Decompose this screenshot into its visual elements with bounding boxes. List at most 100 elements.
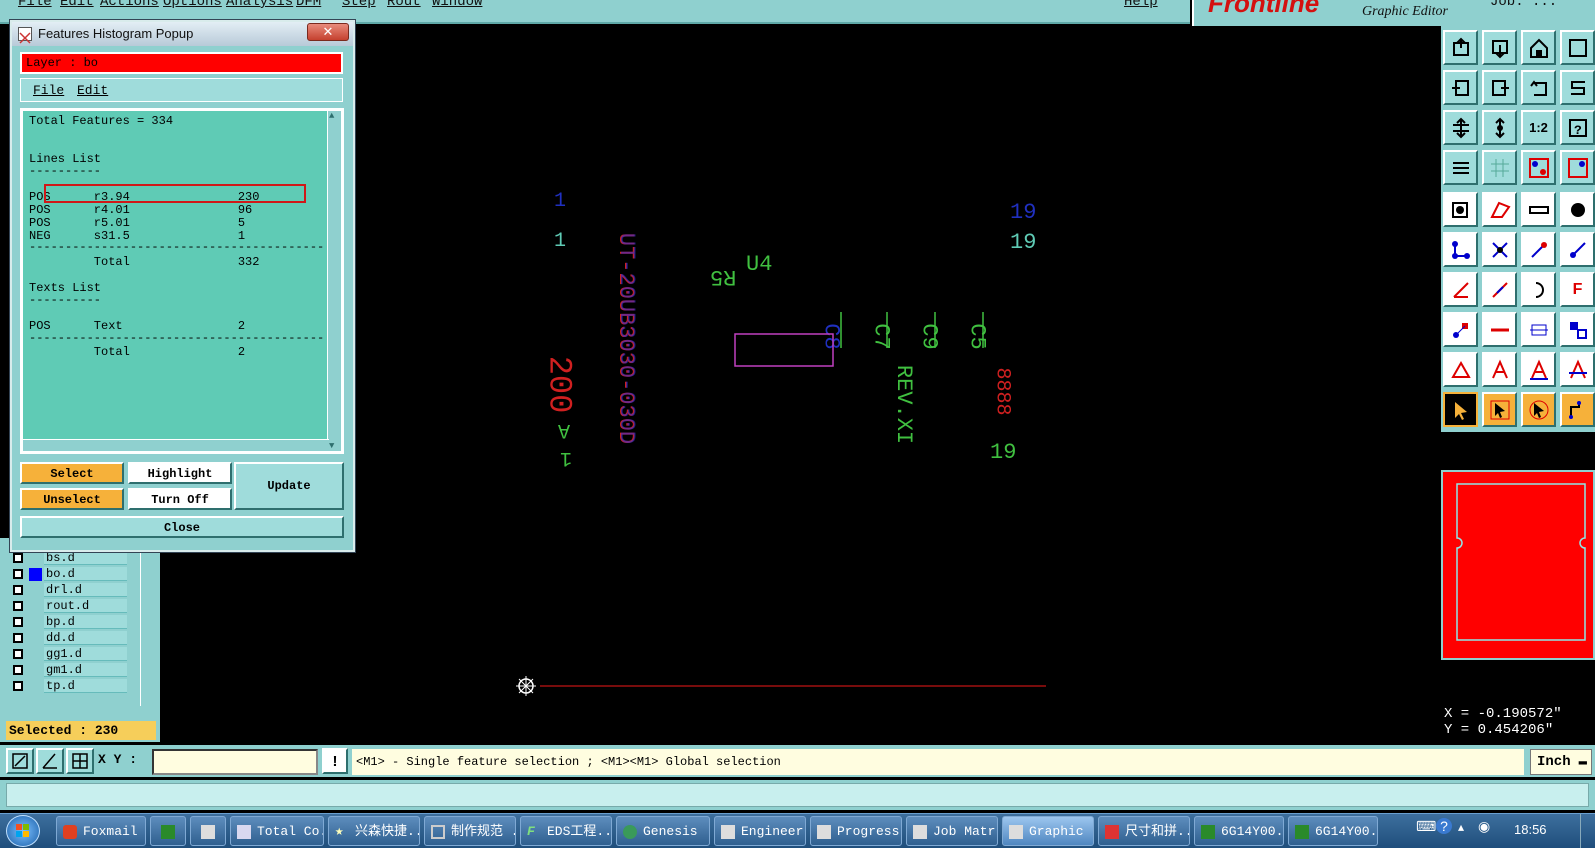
letter-a-icon[interactable] bbox=[1482, 352, 1517, 387]
fit-vertical-icon[interactable] bbox=[1443, 110, 1478, 145]
scroll-down-icon[interactable]: ▼ bbox=[329, 441, 334, 451]
taskbar-foxmail[interactable]: Foxmail bbox=[56, 816, 146, 846]
line-point-icon[interactable] bbox=[1521, 232, 1556, 267]
popup-menu-edit[interactable]: Edit bbox=[77, 83, 108, 98]
menu-actions[interactable]: Actions bbox=[100, 0, 159, 10]
layer-checkbox[interactable] bbox=[13, 569, 23, 579]
taskbar-xingsen[interactable]: ★ 兴森快捷... bbox=[328, 816, 420, 846]
window-icon[interactable] bbox=[1560, 30, 1595, 65]
select-pointer-icon-3[interactable] bbox=[1521, 392, 1556, 427]
taskbar-job-matrix[interactable]: Job Matr... bbox=[906, 816, 998, 846]
update-button[interactable]: Update bbox=[234, 462, 344, 510]
list-vertical-scrollbar[interactable]: ▲ ▼ bbox=[327, 111, 341, 451]
taskbar-progress[interactable]: Progress bbox=[810, 816, 902, 846]
taskbar-app2[interactable] bbox=[150, 816, 186, 846]
taskbar-6g14y00-a[interactable]: 6G14Y00... bbox=[1194, 816, 1284, 846]
angle-snap-icon[interactable] bbox=[36, 748, 64, 774]
layer-row[interactable]: bo.d bbox=[10, 566, 127, 582]
help-tray-icon[interactable]: ? bbox=[1436, 818, 1452, 834]
layer-row[interactable]: drl.d bbox=[10, 582, 127, 598]
menu-dfm[interactable]: DFM bbox=[296, 0, 321, 10]
ruler-icon[interactable] bbox=[1521, 192, 1556, 227]
list-horizontal-scrollbar[interactable] bbox=[23, 439, 329, 451]
undo-zoom-icon[interactable] bbox=[1521, 70, 1556, 105]
layers-settings-icon[interactable] bbox=[1443, 150, 1478, 185]
circle-icon[interactable] bbox=[1560, 192, 1595, 227]
close-button[interactable]: Close bbox=[20, 516, 344, 538]
triangle-icon[interactable] bbox=[1443, 352, 1478, 387]
measure-icon[interactable] bbox=[1521, 312, 1556, 347]
highlight-button[interactable]: Highlight bbox=[128, 462, 232, 484]
taskbar-spec[interactable]: 制作规范 ... bbox=[424, 816, 516, 846]
redraw-icon[interactable] bbox=[1560, 70, 1595, 105]
popup-titlebar[interactable]: Features Histogram Popup bbox=[12, 22, 353, 46]
pad-icon[interactable] bbox=[1443, 192, 1478, 227]
text-f-icon[interactable]: F bbox=[1560, 272, 1595, 307]
histogram-list[interactable]: Total Features = 334 Lines List --------… bbox=[20, 108, 344, 454]
layer-checkbox[interactable] bbox=[13, 601, 23, 611]
surface-icon[interactable] bbox=[1482, 192, 1517, 227]
layer-checkbox[interactable] bbox=[13, 633, 23, 643]
scale-one-to-two-icon[interactable]: 1:2 bbox=[1521, 110, 1556, 145]
line-point-icon-2[interactable] bbox=[1560, 232, 1595, 267]
taskbar-pdf[interactable]: 尺寸和拼... bbox=[1098, 816, 1190, 846]
overview-minimap[interactable] bbox=[1441, 470, 1595, 660]
menu-help[interactable]: Help bbox=[1124, 0, 1158, 10]
grid-snap-icon[interactable] bbox=[66, 748, 94, 774]
taskbar-eds[interactable]: F EDS工程... bbox=[520, 816, 612, 846]
popup-menu-file[interactable]: File bbox=[33, 83, 64, 98]
layer-row[interactable]: gg1.d bbox=[10, 646, 127, 662]
layer-list-scrollbar[interactable] bbox=[140, 538, 154, 706]
layer-checkbox[interactable] bbox=[13, 665, 23, 675]
taskbar-graphic-editor[interactable]: Graphic ... bbox=[1002, 816, 1094, 846]
tray-expand-icon[interactable]: ▴ bbox=[1458, 820, 1464, 834]
units-select[interactable]: Inch ▬ bbox=[1530, 749, 1592, 775]
menu-edit[interactable]: Edit bbox=[60, 0, 94, 10]
layer-row[interactable]: bs.d bbox=[10, 550, 127, 566]
snap-red-icon[interactable] bbox=[1521, 150, 1556, 185]
cross-icon[interactable] bbox=[1482, 232, 1517, 267]
menu-step[interactable]: Step bbox=[342, 0, 376, 10]
taskbar-app3[interactable] bbox=[190, 816, 226, 846]
layer-row[interactable]: bp.d bbox=[10, 614, 127, 630]
start-button[interactable] bbox=[6, 815, 40, 847]
import-icon[interactable] bbox=[1443, 30, 1478, 65]
horizontal-line-icon[interactable] bbox=[1482, 312, 1517, 347]
network-icon[interactable]: ◉ bbox=[1478, 818, 1490, 835]
layer-row[interactable]: tp.d bbox=[10, 678, 127, 694]
move-point-icon[interactable] bbox=[1443, 312, 1478, 347]
keyboard-icon[interactable]: ⌨ bbox=[1416, 818, 1436, 835]
menu-file[interactable]: File bbox=[18, 0, 52, 10]
taskbar-engineer[interactable]: Engineer... bbox=[714, 816, 806, 846]
layer-row[interactable]: rout.d bbox=[10, 598, 127, 614]
menu-analysis[interactable]: Analysis bbox=[226, 0, 293, 10]
zoom-right-icon[interactable] bbox=[1482, 70, 1517, 105]
alert-icon[interactable]: ! bbox=[322, 748, 348, 774]
menu-options[interactable]: Options bbox=[163, 0, 222, 10]
zoom-left-icon[interactable] bbox=[1443, 70, 1478, 105]
zoom-box-icon[interactable] bbox=[6, 748, 34, 774]
layer-row[interactable]: dd.d bbox=[10, 630, 127, 646]
scroll-up-icon[interactable]: ▲ bbox=[329, 111, 334, 121]
close-icon[interactable]: ✕ bbox=[307, 23, 349, 41]
letter-a-icon-2[interactable] bbox=[1521, 352, 1556, 387]
home-icon[interactable] bbox=[1521, 30, 1556, 65]
taskbar-total-commander[interactable]: Total Co... bbox=[230, 816, 324, 846]
taskbar-6g14y00-b[interactable]: 6G14Y00... bbox=[1288, 816, 1378, 846]
layer-checkbox[interactable] bbox=[13, 585, 23, 595]
select-net-icon[interactable] bbox=[1560, 392, 1595, 427]
fit-screen-icon[interactable] bbox=[1482, 110, 1517, 145]
menu-rout[interactable]: Rout bbox=[387, 0, 421, 10]
layer-row[interactable]: gm1.d bbox=[10, 662, 127, 678]
export-icon[interactable] bbox=[1482, 30, 1517, 65]
letter-a-icon-3[interactable] bbox=[1560, 352, 1595, 387]
connect-icon[interactable] bbox=[1443, 232, 1478, 267]
select-pointer-icon-2[interactable] bbox=[1482, 392, 1517, 427]
help-query-icon[interactable]: ? bbox=[1560, 110, 1595, 145]
graphic-canvas[interactable]: 1 1 19 19 U4 R5 C8 C7 C9 C5 REV.XI 19 1 … bbox=[350, 26, 1440, 744]
select-button[interactable]: Select bbox=[20, 462, 124, 484]
snap-red-icon-2[interactable] bbox=[1560, 150, 1595, 185]
arc-icon[interactable] bbox=[1521, 272, 1556, 307]
slash-line-icon[interactable] bbox=[1482, 272, 1517, 307]
angle-icon[interactable] bbox=[1443, 272, 1478, 307]
